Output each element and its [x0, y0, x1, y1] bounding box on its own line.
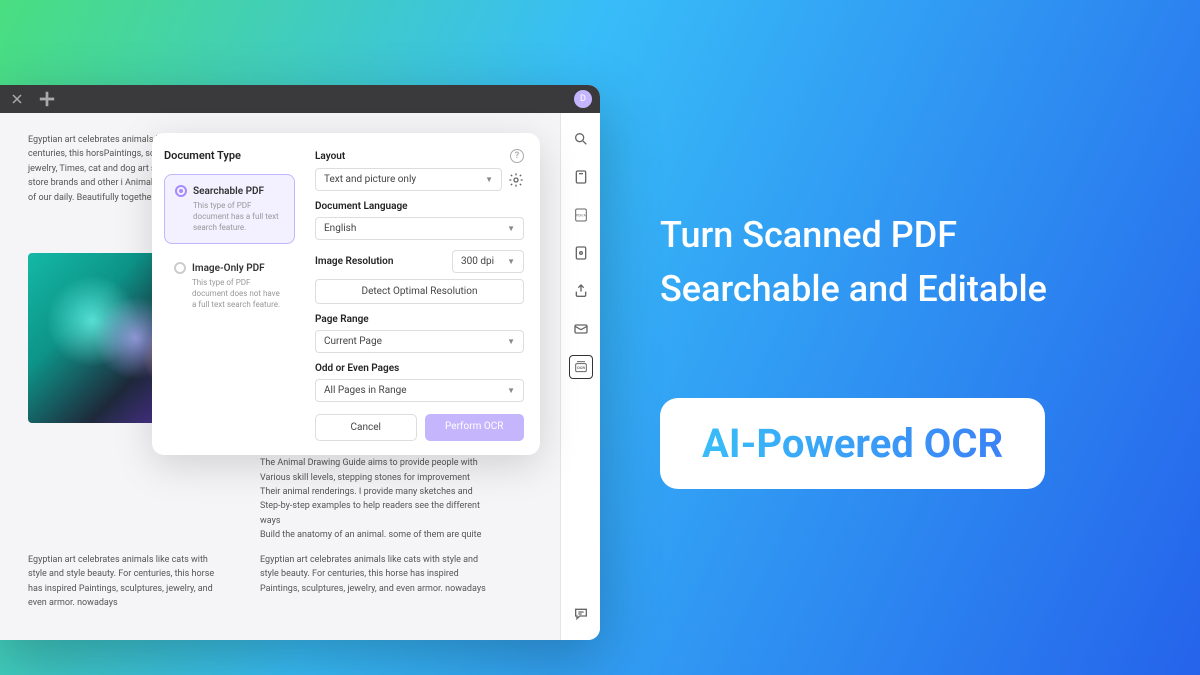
select-value: Current Page [324, 336, 382, 347]
bookmark-icon[interactable] [569, 165, 593, 189]
cancel-button[interactable]: Cancel [315, 414, 417, 441]
page-range-select[interactable]: Current Page ▼ [315, 330, 524, 353]
ocr-dialog: Document Type Searchable PDF This type o… [152, 133, 540, 455]
close-tab-button[interactable] [8, 90, 26, 108]
option-desc: This type of PDF document does not have … [174, 278, 285, 310]
odd-even-label: Odd or Even Pages [315, 363, 399, 374]
select-value: All Pages in Range [324, 385, 407, 396]
document-area: Egyptian art celebrates animals beauty. … [0, 113, 600, 640]
chevron-down-icon: ▼ [507, 257, 515, 266]
search-icon[interactable] [569, 127, 593, 151]
chevron-down-icon: ▼ [507, 386, 515, 395]
gear-icon[interactable] [508, 172, 524, 188]
resolution-label: Image Resolution [315, 256, 393, 267]
chevron-down-icon: ▼ [507, 337, 515, 346]
layout-select[interactable]: Text and picture only ▼ [315, 168, 502, 191]
option-label: Searchable PDF [193, 186, 264, 197]
doc-type-image-only[interactable]: Image-Only PDF This type of PDF document… [164, 252, 295, 320]
headline: Turn Scanned PDF Searchable and Editable [660, 208, 1047, 316]
language-label: Document Language [315, 201, 408, 212]
headline-line1: Turn Scanned PDF [660, 208, 1047, 262]
headline-line2: Searchable and Editable [660, 262, 1047, 316]
comment-icon[interactable] [569, 602, 593, 626]
titlebar: D [0, 85, 600, 113]
avatar[interactable]: D [574, 90, 592, 108]
doc-type-searchable[interactable]: Searchable PDF This type of PDF document… [164, 174, 295, 244]
new-tab-button[interactable] [38, 90, 56, 108]
share-icon[interactable] [569, 279, 593, 303]
app-window: D Egyptian art celebrates animals beauty… [0, 85, 600, 640]
radio-checked-icon [175, 185, 187, 197]
layout-label: Layout [315, 151, 345, 162]
perform-ocr-button[interactable]: Perform OCR [425, 414, 525, 441]
page-range-label: Page Range [315, 314, 369, 325]
chevron-down-icon: ▼ [485, 175, 493, 184]
radio-unchecked-icon [174, 262, 186, 274]
odd-even-select[interactable]: All Pages in Range ▼ [315, 379, 524, 402]
document-text: Egyptian art celebrates animals like cat… [28, 553, 228, 611]
select-value: 300 dpi [461, 256, 494, 267]
document-text: Egyptian art celebrates animals like cat… [260, 553, 490, 596]
doc-type-title: Document Type [164, 149, 295, 162]
resolution-select[interactable]: 300 dpi ▼ [452, 250, 524, 273]
chevron-down-icon: ▼ [507, 224, 515, 233]
language-select[interactable]: English ▼ [315, 217, 524, 240]
select-value: Text and picture only [324, 174, 416, 185]
pdfa-icon[interactable]: PDF/A [569, 203, 593, 227]
option-label: Image-Only PDF [192, 263, 265, 274]
feature-badge: AI-Powered OCR [660, 398, 1045, 489]
ocr-icon[interactable]: OCR [569, 355, 593, 379]
select-value: English [324, 223, 356, 234]
option-desc: This type of PDF document has a full tex… [175, 201, 284, 233]
badge-text: AI-Powered OCR [702, 420, 1003, 467]
svg-text:PDF/A: PDF/A [576, 213, 586, 217]
attachment-icon[interactable] [569, 241, 593, 265]
dialog-settings-panel: Layout ? Text and picture only ▼ Documen… [307, 133, 540, 455]
detect-resolution-button[interactable]: Detect Optimal Resolution [315, 279, 524, 304]
dialog-doc-type-panel: Document Type Searchable PDF This type o… [152, 133, 307, 455]
help-icon[interactable]: ? [510, 149, 524, 163]
svg-text:OCR: OCR [577, 365, 585, 370]
mail-icon[interactable] [569, 317, 593, 341]
right-sidebar: PDF/A OCR [560, 113, 600, 640]
